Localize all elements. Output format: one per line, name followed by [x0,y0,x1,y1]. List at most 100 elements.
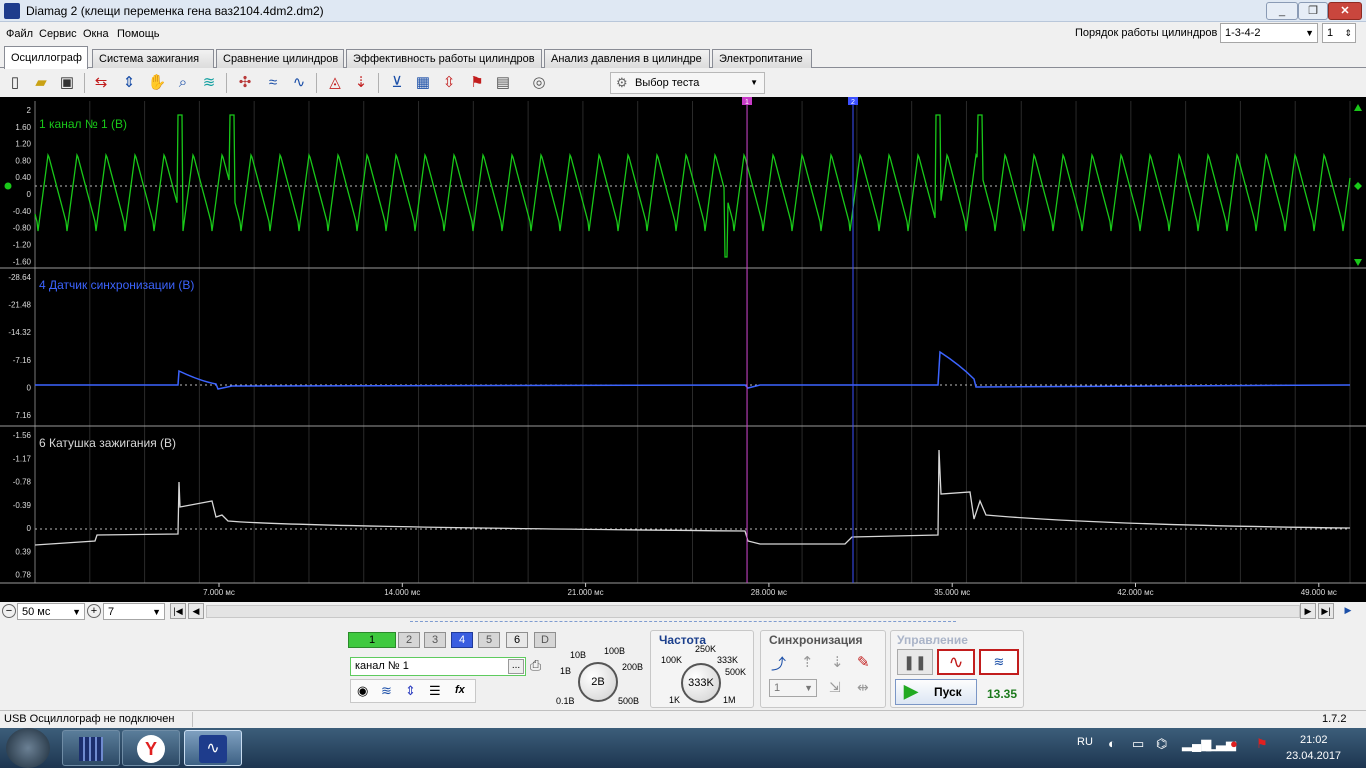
start-orb[interactable] [6,728,50,768]
auto-scale-icon[interactable]: ◬ [324,72,346,94]
sync-auto-icon[interactable]: ✎ [857,653,870,671]
maximize-button[interactable]: ❐ [1298,2,1328,20]
table-icon[interactable]: ▦ [412,72,434,94]
tray-icon[interactable]: ▭ [1132,736,1144,752]
tab-ignition[interactable]: Система зажигания [92,49,214,68]
zoom-out-icon[interactable]: − [2,604,16,618]
new-icon[interactable]: ▯ [4,72,26,94]
pause-button[interactable]: ❚❚ [897,649,933,675]
sync-up-icon[interactable]: ⇡ [801,653,814,671]
timebase-value: 50 мс [22,606,51,618]
spin-icon: ⇕ [1344,28,1352,38]
invert-icon[interactable]: ≋ [381,683,392,699]
auto-icon[interactable]: ◎ [528,72,550,94]
sync-level-icon[interactable]: ⇲ [829,679,841,696]
tray-icon[interactable]: ◐ [1108,736,1116,751]
chevron-down-icon: ▼ [804,683,813,693]
menu-help[interactable]: Помощь [117,28,160,40]
channel-button-5[interactable]: 5 [478,632,500,648]
tab-power[interactable]: Электропитание [712,49,812,68]
menu-file[interactable]: Файл [6,28,33,40]
sync-down-icon[interactable]: ⇣ [831,653,844,671]
tab-cylinder-compare[interactable]: Сравнение цилиндров [216,49,344,68]
oscilloscope-canvas[interactable]: 2 1.60 1.20 0.80 0.40 0 -0.40 -0.80 -1.20 -1.60 -2… [0,97,1366,602]
freq-label: 1M [723,695,736,705]
x-tick-label: 21.000 мс [567,588,603,597]
channel-button-3[interactable]: 3 [424,632,446,648]
filter-icon[interactable]: ≋ [198,72,220,94]
offset-icon[interactable]: ⇕ [405,683,416,699]
eye-icon[interactable]: ◉ [357,683,368,699]
play-scroll-button[interactable]: ▶ [1340,603,1356,619]
y-tick-label: 0.39 [15,547,31,556]
cursor-icon[interactable]: ⇕ [118,72,140,94]
select-icon[interactable]: ⊻ [386,72,408,94]
function-icon[interactable]: fx [455,684,465,696]
y-tick-label: -0.39 [13,501,32,510]
tray-icon[interactable]: ● [1230,736,1238,751]
hand-icon[interactable]: ✋ [146,72,168,94]
save-icon[interactable]: ▣ [56,72,78,94]
channel-button-4[interactable]: 4 [451,632,473,648]
channel-button-d[interactable]: D [534,632,556,648]
taskbar-app-diamag-folder[interactable] [62,730,120,766]
wave-icon[interactable]: ∿ [288,72,310,94]
menu-service[interactable]: Сервис [39,28,77,40]
oscilloscope-view[interactable]: 2 1.60 1.20 0.80 0.40 0 -0.40 -0.80 -1.20 -1.60 -2… [0,97,1366,602]
report-icon[interactable]: ▤ [492,72,514,94]
scroll-end-button[interactable]: ▶| [1318,603,1334,619]
zero-icon[interactable]: ⇣ [350,72,372,94]
channel-button-6[interactable]: 6 [506,632,528,648]
timebase-select[interactable]: 50 мс ▼ [17,603,85,620]
single-mode-button[interactable]: ∿ [937,649,975,675]
tab-oscilloscope[interactable]: Осциллограф [4,46,88,69]
align-icon[interactable]: ⇳ [438,72,460,94]
sync-rise-icon[interactable]: ⤴ [771,653,786,674]
flag-icon[interactable]: ⚑ [466,72,488,94]
channel-name-field[interactable]: канал № 1 [350,657,526,676]
panel-splitter[interactable] [410,621,956,626]
y-tick-label: -21.48 [8,301,31,310]
tab-cylinder-efficiency[interactable]: Эффективность работы цилиндров [346,49,542,68]
cursor-markers[interactable]: 12 [4,97,1363,583]
continuous-mode-button[interactable]: ≋ [979,649,1019,675]
probe-icon[interactable]: ⎙ [530,657,541,674]
channel-button-1[interactable]: 1 [348,632,396,648]
y-tick-label: 0 [27,190,32,199]
tray-icon[interactable]: ⌬ [1156,736,1167,752]
taskbar-app-diamag[interactable]: ∿ [184,730,242,766]
channel-label: 4 Датчик синхронизации (В) [39,278,194,292]
zoom-in-icon[interactable]: + [87,604,101,618]
channel-zoom-icon[interactable]: ⇆ [90,72,112,94]
sync-icon[interactable]: ✣ [234,72,256,94]
tab-cylinder-pressure[interactable]: Анализ давления в цилиндре [544,49,710,68]
sync-shift-icon[interactable]: ⇹ [857,679,869,696]
menu-windows[interactable]: Окна [83,28,109,40]
cylinder-order-select[interactable]: 1-3-4-2 ▼ [1220,23,1318,43]
zoom-icon[interactable]: ⌕ [172,72,194,94]
language-indicator[interactable]: RU [1077,736,1093,748]
taskbar-app-yandex[interactable]: Y [122,730,180,766]
x-tick-label: 35.000 мс [934,588,970,597]
scroll-start-button[interactable]: |◀ [170,603,186,619]
channel-button-2[interactable]: 2 [398,632,420,648]
minimize-button[interactable]: _ [1266,2,1298,20]
flag-icon[interactable]: ⚑ [1256,736,1268,752]
clock-date[interactable]: 23.04.2017 [1286,750,1341,762]
scroll-right-button[interactable]: ▶ [1300,603,1316,619]
test-select[interactable]: ⚙ Выбор теста ▼ [610,72,765,94]
sync-channel-select[interactable]: 1 ▼ [769,679,817,697]
scroll-left-button[interactable]: ◀ [188,603,204,619]
zoom-select[interactable]: 7 ▼ [103,603,165,620]
open-icon[interactable]: ▰ [30,72,52,94]
overlay-icon[interactable]: ≈ [262,72,284,94]
channel-browse-button[interactable]: ... [508,659,524,674]
scale-knob[interactable]: 2В [578,662,618,702]
frequency-knob[interactable]: 333K [681,663,721,703]
horizontal-scrollbar[interactable] [206,605,1300,618]
start-button[interactable]: ▶ Пуск [895,679,977,705]
lines-icon[interactable]: ☰ [429,683,441,699]
close-button[interactable]: ✕ [1328,2,1362,20]
clock-time[interactable]: 21:02 [1300,734,1328,746]
cylinder-number-spinner[interactable]: 1 ⇕ [1322,23,1356,43]
